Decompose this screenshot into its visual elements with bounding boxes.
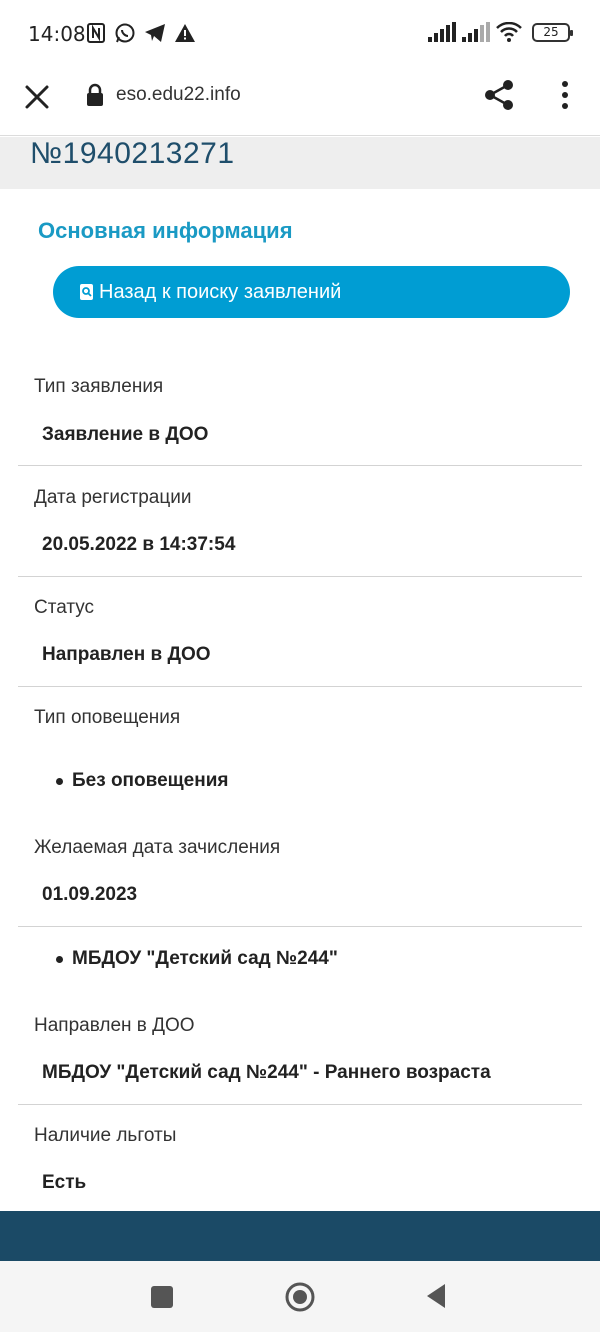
reg-date-label: Дата регистрации xyxy=(34,487,192,508)
site-footer xyxy=(0,1211,600,1261)
more-vert-icon[interactable] xyxy=(552,78,578,112)
signal-icon xyxy=(428,22,456,42)
sent-to-value: МБДОУ "Детский сад №244" - Раннего возра… xyxy=(42,1062,491,1083)
share-icon[interactable] xyxy=(482,78,516,112)
browser-toolbar: eso.edu22.info xyxy=(0,66,600,136)
benefit-label: Наличие льготы xyxy=(34,1125,177,1146)
divider xyxy=(18,1104,582,1105)
whatsapp-icon xyxy=(115,23,135,43)
lock-icon xyxy=(87,83,103,106)
back-to-search-button[interactable]: Назад к поиску заявлений xyxy=(53,266,570,318)
section-title: Основная информация xyxy=(38,218,293,243)
warning-icon xyxy=(175,24,195,42)
reg-date-value: 20.05.2022 в 14:37:54 xyxy=(42,534,236,555)
notify-label: Тип оповещения xyxy=(34,707,181,728)
close-icon[interactable] xyxy=(22,82,52,112)
application-number: №1940213271 xyxy=(30,137,235,170)
desired-date-label: Желаемая дата зачисления xyxy=(34,837,281,858)
status-time: 14:08 xyxy=(28,22,86,46)
divider xyxy=(18,465,582,466)
type-label: Тип заявления xyxy=(34,376,164,397)
preferred-doo-text: МБДОУ "Детский сад №244" xyxy=(72,948,338,969)
search-document-icon xyxy=(80,284,93,300)
wifi-icon xyxy=(496,22,522,42)
desired-date-value: 01.09.2023 xyxy=(42,884,138,905)
divider xyxy=(18,686,582,687)
status-bar: 14:08 25 xyxy=(0,0,600,66)
telegram-icon xyxy=(145,24,165,42)
bullet-icon xyxy=(56,777,63,785)
sent-to-label: Направлен в ДОО xyxy=(34,1015,195,1036)
status-value: Направлен в ДОО xyxy=(42,644,211,665)
notify-value-text: Без оповещения xyxy=(72,770,229,791)
bullet-icon xyxy=(56,955,63,963)
preferred-doo: МБДОУ "Детский сад №244" xyxy=(56,948,338,970)
battery-icon: 25 xyxy=(532,23,573,42)
benefit-value: Есть xyxy=(42,1172,87,1193)
recent-apps-icon[interactable] xyxy=(151,1286,173,1308)
back-to-search-label: Назад к поиску заявлений xyxy=(99,280,342,303)
signal-icon xyxy=(462,22,490,42)
status-label: Статус xyxy=(34,597,95,618)
back-icon[interactable] xyxy=(425,1283,447,1309)
notification-icons xyxy=(86,22,196,44)
url-text[interactable]: eso.edu22.info xyxy=(116,84,241,106)
divider xyxy=(18,576,582,577)
notify-value: Без оповещения xyxy=(56,770,228,792)
home-icon[interactable] xyxy=(285,1282,315,1312)
divider xyxy=(18,926,582,927)
connectivity-icons xyxy=(428,22,522,42)
page-header: №1940213271 xyxy=(0,137,600,189)
nfc-icon xyxy=(87,23,105,43)
system-nav-bar xyxy=(0,1261,600,1332)
type-value: Заявление в ДОО xyxy=(42,424,209,445)
